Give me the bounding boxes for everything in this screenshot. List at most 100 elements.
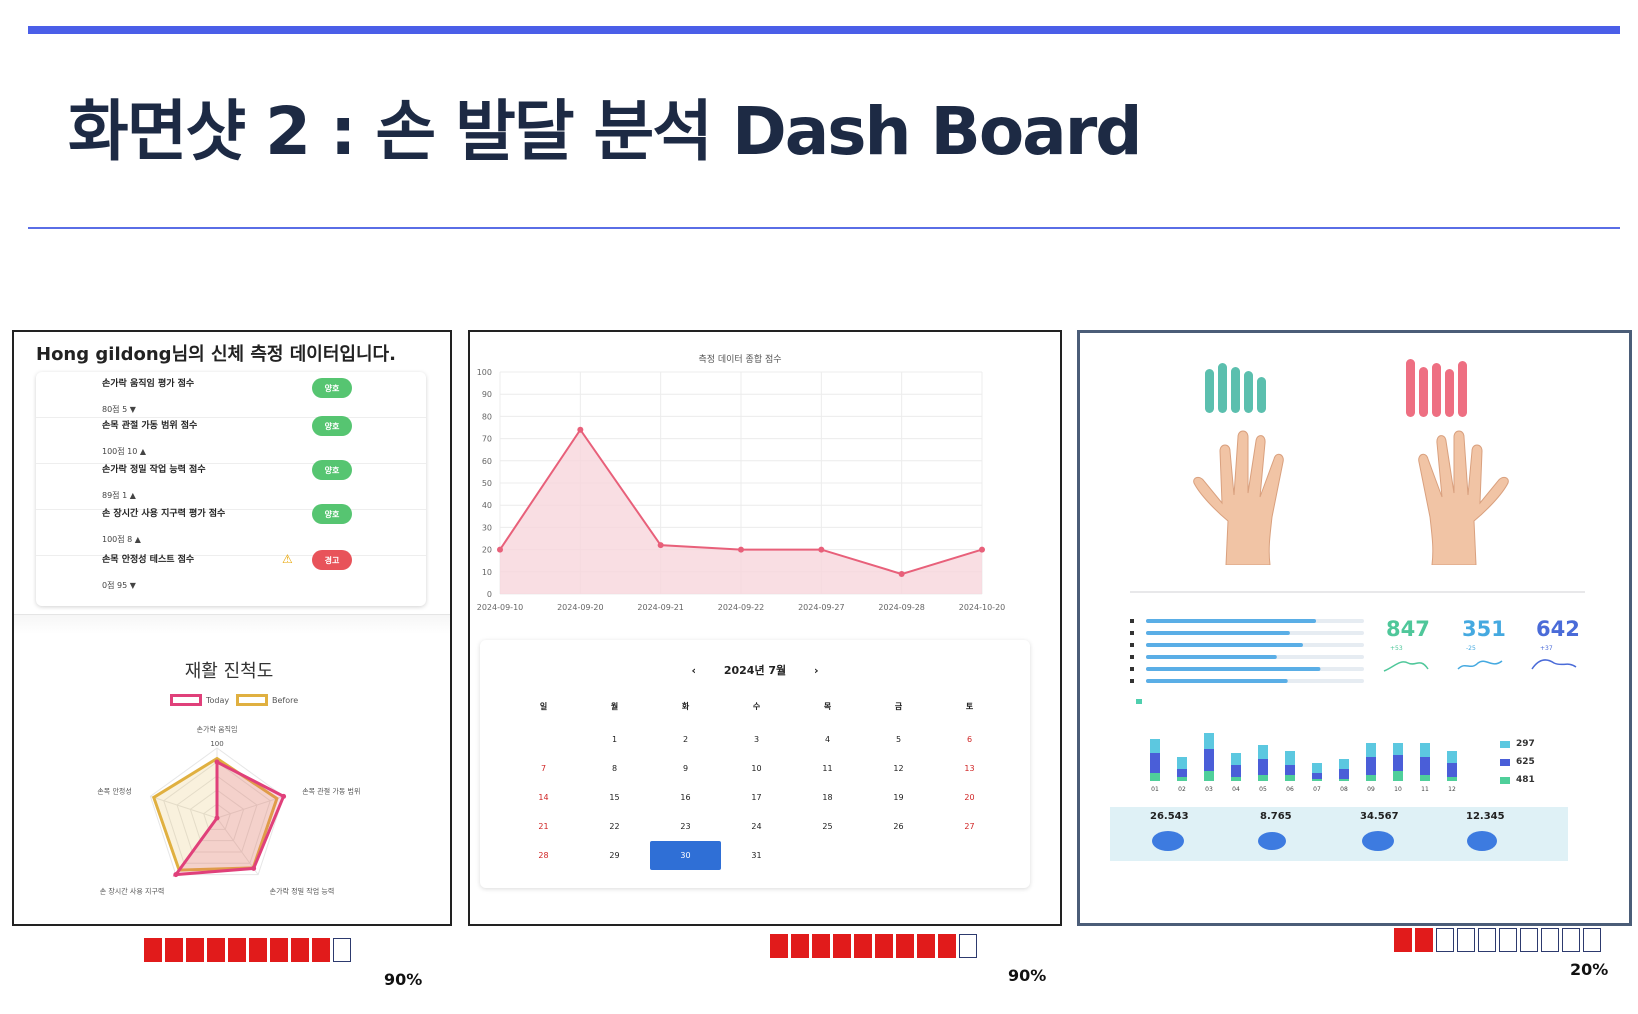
- calendar-day[interactable]: 15: [579, 783, 650, 812]
- y-tick-label: 60: [482, 457, 492, 466]
- calendar-day[interactable]: 26: [863, 812, 934, 841]
- calendar-day[interactable]: 29: [579, 841, 650, 870]
- right-hand-icon: [1418, 430, 1509, 565]
- stack-segment: [1231, 777, 1241, 781]
- radar-chart: 손가락 움직임손목 관절 가동 범위손가락 정밀 작업 능력 손 장시간 사용 지…: [97, 724, 360, 895]
- meter-cell: [1394, 928, 1412, 952]
- calendar-grid: 일 월 화 수 목 금 토 1 2 3 4 5 6 7 8 9 10 11 12 13 14 15 16 17 18 19 20 21…: [508, 696, 1008, 870]
- status-badge: 양호: [312, 416, 352, 436]
- summary-circle: [1258, 832, 1286, 850]
- stack-segment: [1312, 763, 1322, 773]
- calendar-day[interactable]: 8: [579, 754, 650, 783]
- calendar-day[interactable]: 6: [934, 725, 1005, 754]
- calendar-day[interactable]: 23: [650, 812, 721, 841]
- meter-cell: [896, 934, 914, 958]
- calendar-day[interactable]: 13: [934, 754, 1005, 783]
- stack-segment: [1285, 775, 1295, 781]
- y-tick-label: 50: [482, 479, 492, 488]
- calendar-day[interactable]: 31: [721, 841, 792, 870]
- legend-today[interactable]: Today: [170, 694, 229, 706]
- radar-title: 재활 진척도: [184, 661, 274, 682]
- stack-segment: [1420, 743, 1430, 757]
- meter-cell: [144, 938, 162, 962]
- calendar-day[interactable]: 25: [792, 812, 863, 841]
- stack-segment: [1204, 771, 1214, 781]
- stack-segment: [1312, 779, 1322, 781]
- calendar-day[interactable]: 19: [863, 783, 934, 812]
- calendar-day[interactable]: 4: [792, 725, 863, 754]
- calendar-day[interactable]: 1: [579, 725, 650, 754]
- meter-cell: [833, 934, 851, 958]
- calendar-day[interactable]: 17: [721, 783, 792, 812]
- calendar-day[interactable]: 14: [508, 783, 579, 812]
- weekday-label: 일: [539, 701, 548, 711]
- radar-axis-label: 손목 안정성: [97, 786, 131, 795]
- measurement-label: 손가락 움직임 평가 점수: [102, 379, 195, 389]
- calendar-day[interactable]: 28: [508, 841, 579, 870]
- calendar-day[interactable]: 3: [721, 725, 792, 754]
- equalizer-bar: [1231, 367, 1240, 413]
- calendar-day[interactable]: 2: [650, 725, 721, 754]
- bar-label: 08: [1340, 786, 1348, 793]
- legend-item: 481: [1500, 775, 1535, 785]
- calendar-day[interactable]: 18: [792, 783, 863, 812]
- meter-cell: [791, 934, 809, 958]
- calendar-day[interactable]: 22: [579, 812, 650, 841]
- bar-label: 02: [1178, 786, 1186, 793]
- legend-swatch: [236, 694, 268, 706]
- stack-segment: [1312, 773, 1322, 779]
- measurement-row: 손 장시간 사용 지구력 평가 점수 양호 100점 8 ▲: [36, 504, 426, 556]
- calendar: ‹ 2024년 7월 › 일 월 화 수 목 금 토 1 2 3 4 5 6 7 8 9 10 11 12 13 14 1…: [480, 640, 1030, 888]
- calendar-day[interactable]: 9: [650, 754, 721, 783]
- sparklines: [1383, 659, 1577, 672]
- progress-meter: [144, 938, 351, 962]
- calendar-day-selected[interactable]: 30: [650, 841, 721, 870]
- calendar-prev-button[interactable]: ‹: [691, 664, 696, 677]
- meter-cell: [770, 934, 788, 958]
- hbar-fill: [1146, 643, 1303, 647]
- calendar-day[interactable]: 7: [508, 754, 579, 783]
- bar-label: 06: [1286, 786, 1294, 793]
- meter-cell: [875, 934, 893, 958]
- meter-cell: [1436, 928, 1454, 952]
- measurement-row: 손가락 정밀 작업 능력 점수 양호 89점 1 ▲: [36, 460, 426, 510]
- legend-before[interactable]: Before: [236, 694, 298, 706]
- stack-segment: [1231, 765, 1241, 777]
- calendar-day[interactable]: 12: [863, 754, 934, 783]
- weekday-label: 화: [681, 701, 690, 711]
- y-tick-label: 70: [482, 435, 492, 444]
- calendar-day[interactable]: 27: [934, 812, 1005, 841]
- calendar-day[interactable]: 10: [721, 754, 792, 783]
- measurement-card: 손가락 움직임 평가 점수 양호 80점 5 ▼ 손목 관절 가동 범위 점수 …: [36, 372, 426, 606]
- calendar-day[interactable]: 24: [721, 812, 792, 841]
- measurement-score: 80점 5 ▼: [102, 405, 136, 414]
- status-badge: 경고: [312, 550, 352, 570]
- stack-segment: [1285, 751, 1295, 765]
- meter-cell: [207, 938, 225, 962]
- radar-point: [214, 759, 220, 765]
- stack-segment: [1339, 769, 1349, 779]
- calendar-day[interactable]: 16: [650, 783, 721, 812]
- equalizer-bar: [1458, 361, 1467, 417]
- stat-delta: +53: [1390, 645, 1403, 652]
- legend-label: Before: [272, 695, 299, 705]
- meter-cell: [1457, 928, 1475, 952]
- calendar-day[interactable]: 11: [792, 754, 863, 783]
- measurement-label: 손목 관절 가동 범위 점수: [102, 421, 198, 431]
- stack-segment: [1258, 759, 1268, 775]
- data-point: [738, 546, 744, 553]
- legend-swatch: [1500, 758, 1510, 766]
- y-tick-label: 90: [482, 390, 492, 399]
- progress-label: 90%: [384, 970, 423, 989]
- calendar-day[interactable]: 5: [863, 725, 934, 754]
- meter-cell: [812, 934, 830, 958]
- calendar-next-button[interactable]: ›: [814, 664, 819, 677]
- top-accent-bar: [28, 26, 1620, 34]
- calendar-day[interactable]: 21: [508, 812, 579, 841]
- stat-value: 847: [1386, 617, 1430, 641]
- radar-axis-label: 손가락 정밀 작업 능력: [270, 886, 335, 895]
- data-point: [818, 546, 825, 553]
- bar-label: 07: [1313, 786, 1321, 793]
- calendar-day[interactable]: 20: [934, 783, 1005, 812]
- measurement-label: 손 장시간 사용 지구력 평가 점수: [102, 509, 226, 519]
